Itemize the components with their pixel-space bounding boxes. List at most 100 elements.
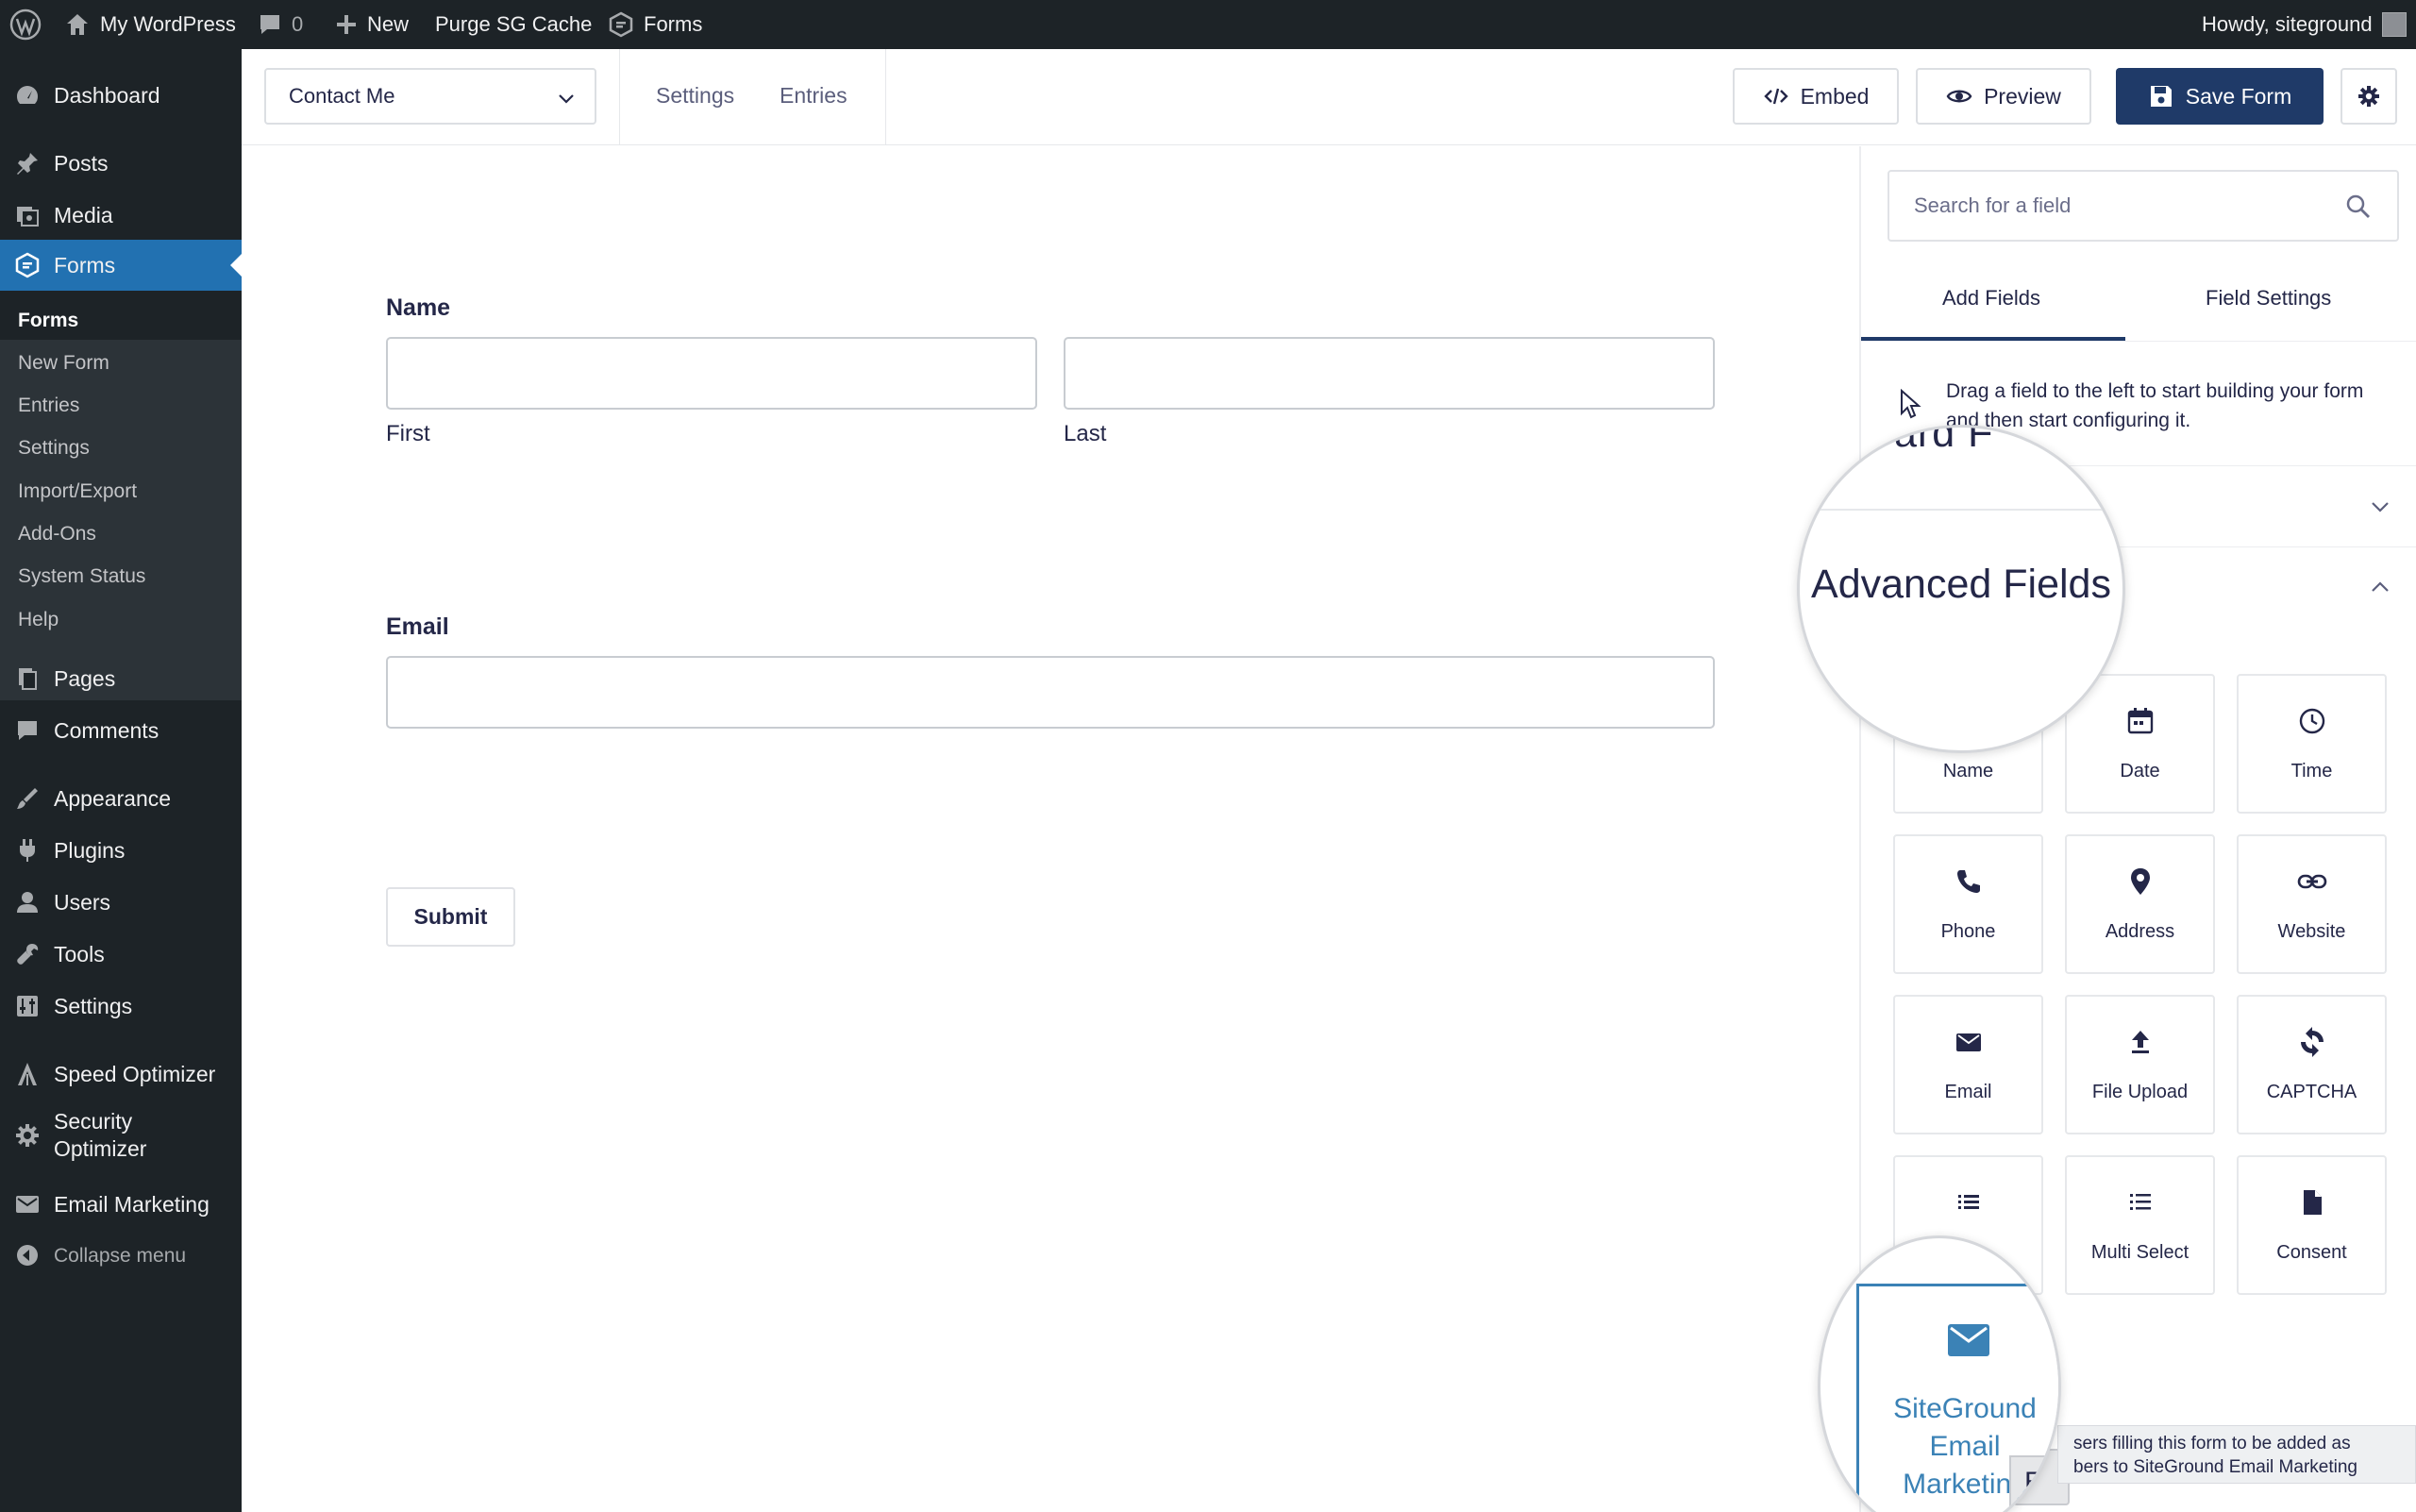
tab-form-entries[interactable]: Entries: [780, 83, 847, 109]
field-tile-email[interactable]: Email: [1893, 995, 2043, 1134]
gear-icon: [2358, 86, 2379, 107]
field-tile-consent[interactable]: Consent: [2237, 1155, 2387, 1295]
first-sub-label: First: [386, 421, 430, 446]
mouse-cursor-icon: [1901, 389, 1921, 419]
menu-item-comments[interactable]: Comments: [0, 711, 242, 750]
field-search-input[interactable]: Search for a field: [1888, 170, 2399, 242]
collapse-menu-button[interactable]: Collapse menu: [0, 1236, 242, 1274]
menu-item-dashboard[interactable]: Dashboard: [0, 76, 242, 115]
calendar-icon: [2067, 706, 2213, 736]
advanced-fields-heading[interactable]: Advanced Fields: [1800, 562, 2122, 608]
field-tile-multi-select[interactable]: Multi Select: [2065, 1155, 2215, 1295]
submenu-new-form[interactable]: New Form: [18, 352, 109, 375]
admin-menu: Dashboard Posts Media Forms Forms New Fo…: [0, 49, 242, 1512]
home-icon: [67, 14, 88, 35]
field-tile-time[interactable]: Time: [2237, 674, 2387, 814]
speed-optimizer-icon: [13, 1060, 42, 1088]
envelope-icon: [1895, 1027, 2041, 1057]
submenu-system-status[interactable]: System Status: [18, 565, 145, 588]
account-menu[interactable]: Howdy, siteground: [2202, 0, 2407, 49]
link-icon: [2239, 866, 2385, 897]
list-icon: [1895, 1187, 2041, 1218]
admin-bar: My WordPress 0 New Purge SG Cache Forms …: [0, 0, 2416, 49]
menu-item-users[interactable]: Users: [0, 882, 242, 922]
menu-item-pages[interactable]: Pages: [0, 659, 242, 698]
gear-shield-icon: [13, 1121, 42, 1150]
menu-item-settings[interactable]: Settings: [0, 986, 242, 1026]
tooltip-line-2: bers to SiteGround Email Marketing: [2073, 1457, 2357, 1477]
field-tile-address[interactable]: Address: [2065, 834, 2215, 974]
envelope-icon: [1948, 1324, 1989, 1356]
menu-item-plugins[interactable]: Plugins: [0, 831, 242, 870]
field-tile-website[interactable]: Website: [2237, 834, 2387, 974]
submenu-help[interactable]: Help: [18, 609, 59, 631]
submit-button[interactable]: Submit: [386, 887, 515, 947]
collapse-arrow-icon: [13, 1241, 42, 1269]
field-tile-phone[interactable]: Phone: [1893, 834, 2043, 974]
user-icon: [13, 888, 42, 916]
zoomed-tooltip-fragment: En: [2009, 1455, 2058, 1512]
menu-item-tools[interactable]: Tools: [0, 934, 242, 974]
menu-item-speed-optimizer[interactable]: Speed Optimizer: [0, 1054, 242, 1094]
wp-logo[interactable]: [9, 0, 42, 49]
submenu-settings[interactable]: Settings: [18, 437, 90, 460]
menu-item-posts[interactable]: Posts: [0, 143, 242, 183]
zoomed-divider: [1800, 509, 2122, 511]
submenu-entries[interactable]: Entries: [18, 395, 79, 417]
save-form-button[interactable]: Save Form: [2116, 68, 2324, 125]
comment-bubble-icon: [260, 15, 279, 34]
map-pin-icon: [2067, 866, 2213, 897]
clock-icon: [2239, 706, 2385, 736]
first-name-input[interactable]: [386, 337, 1037, 410]
name-field-label: Name: [386, 294, 451, 321]
tab-form-settings[interactable]: Settings: [656, 83, 734, 109]
gravity-forms-icon: [609, 11, 633, 38]
form-settings-gear-button[interactable]: [2340, 68, 2397, 125]
purge-label: Purge SG Cache: [435, 12, 593, 36]
menu-item-forms[interactable]: Forms: [0, 240, 242, 291]
email-input[interactable]: [386, 656, 1715, 729]
new-content-link[interactable]: New: [335, 0, 409, 49]
field-tile-file-upload[interactable]: File Upload: [2065, 995, 2215, 1134]
paintbrush-icon: [13, 784, 42, 813]
search-icon: [2346, 194, 2370, 218]
submenu-forms[interactable]: Forms: [18, 310, 78, 332]
chevron-up-icon[interactable]: [2369, 576, 2391, 598]
comments-link[interactable]: 0: [258, 0, 303, 49]
field-tile-date[interactable]: Date: [2065, 674, 2215, 814]
tab-field-settings[interactable]: Field Settings: [2206, 286, 2331, 311]
menu-item-security-optimizer[interactable]: Security Optimizer: [0, 1105, 242, 1166]
field-search-placeholder: Search for a field: [1914, 193, 2072, 217]
chevron-down-icon[interactable]: [2369, 496, 2391, 518]
eye-icon: [1946, 90, 1972, 103]
menu-item-media[interactable]: Media: [0, 195, 242, 235]
email-field-label: Email: [386, 613, 449, 640]
form-switcher-select[interactable]: Contact Me: [264, 68, 596, 125]
zoom-callout-advanced-fields: ard F Advanced Fields: [1797, 425, 2125, 753]
pushpin-icon: [13, 149, 42, 177]
comments-count: 0: [292, 12, 304, 36]
purge-cache-link[interactable]: Purge SG Cache: [435, 0, 592, 49]
submenu-import-export[interactable]: Import/Export: [18, 480, 137, 503]
plus-icon: [337, 15, 356, 34]
avatar: [2381, 12, 2407, 37]
zoomed-heading-partial: ard F: [1894, 425, 1994, 456]
forms-bar-link[interactable]: Forms: [608, 0, 702, 49]
menu-item-email-marketing[interactable]: Email Marketing: [0, 1184, 242, 1224]
wrench-icon: [13, 940, 42, 968]
tabs-underline: [1861, 341, 2416, 342]
phone-icon: [1895, 866, 2041, 897]
list-icon: [2067, 1187, 2213, 1218]
new-label: New: [367, 12, 410, 36]
sliders-icon: [13, 992, 42, 1020]
embed-button[interactable]: Embed: [1733, 68, 1899, 125]
menu-item-appearance[interactable]: Appearance: [0, 779, 242, 818]
last-name-input[interactable]: [1064, 337, 1715, 410]
field-tile-captcha[interactable]: CAPTCHA: [2237, 995, 2387, 1134]
tab-add-fields[interactable]: Add Fields: [1942, 286, 2040, 311]
submenu-add-ons[interactable]: Add-Ons: [18, 523, 96, 546]
preview-button[interactable]: Preview: [1916, 68, 2091, 125]
wordpress-icon: [9, 8, 42, 41]
site-name-link[interactable]: My WordPress: [64, 0, 236, 49]
pages-icon: [13, 664, 42, 693]
